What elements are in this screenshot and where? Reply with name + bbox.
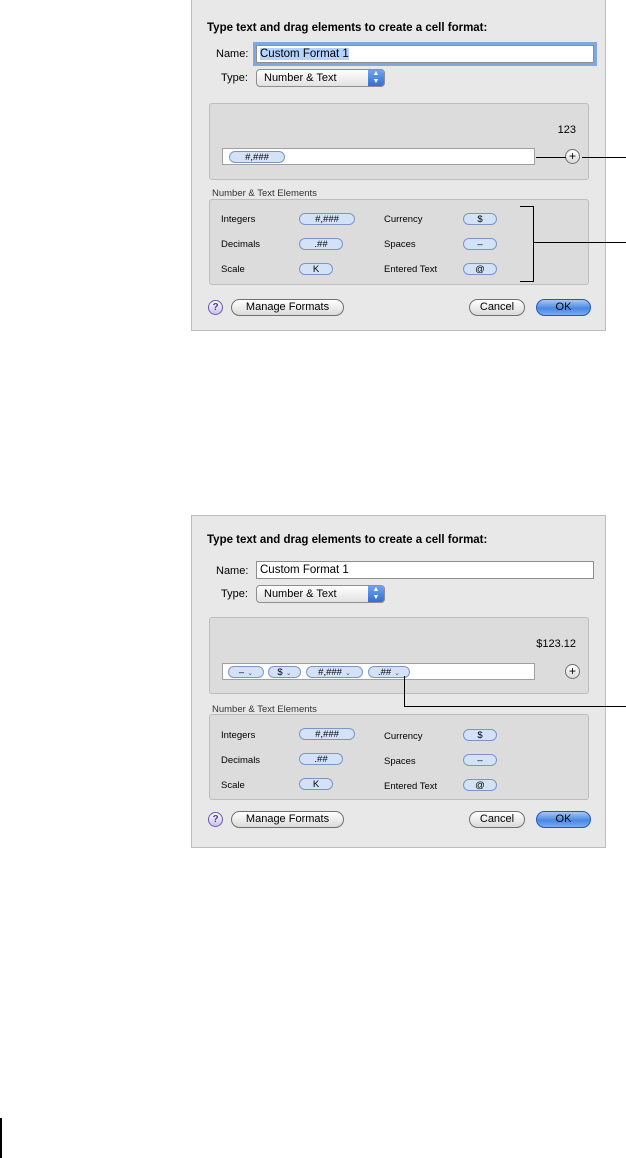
format-field[interactable]: – ⌄ $ ⌄ #,### ⌄ .## ⌄ [222, 663, 535, 680]
elements-panel: Integers #,### Currency $ Decimals .## S… [209, 714, 589, 800]
type-label: Type: [221, 72, 248, 84]
scale-label: Scale [221, 780, 245, 791]
name-field-value: Custom Format 1 [260, 564, 349, 576]
callout-line [536, 157, 566, 158]
add-icon[interactable]: + [565, 149, 580, 164]
entered-text-token[interactable]: @ [463, 263, 497, 275]
entered-text-token[interactable]: @ [463, 779, 497, 791]
integers-label: Integers [221, 730, 256, 741]
chevron-down-icon: ⌄ [344, 670, 351, 677]
callout-bracket [533, 206, 534, 281]
callout-line [582, 157, 626, 158]
name-label: Name: [216, 48, 249, 60]
decimals-label: Decimals [221, 755, 261, 766]
integers-token[interactable]: #,### [299, 728, 355, 740]
decimals-label: Decimals [221, 239, 261, 250]
ok-button[interactable]: OK [536, 299, 591, 316]
format-token[interactable]: #,### ⌄ [306, 666, 363, 678]
entered-text-label: Entered Text [384, 264, 438, 275]
type-popup-value: Number & Text [264, 72, 337, 84]
decimals-token[interactable]: .## [299, 753, 343, 765]
currency-token[interactable]: $ [463, 213, 497, 225]
integers-label: Integers [221, 214, 256, 225]
name-field[interactable]: Custom Format 1 [256, 561, 594, 579]
format-token[interactable]: $ ⌄ [268, 666, 301, 678]
elements-section-title: Number & Text Elements [212, 188, 317, 199]
cancel-button[interactable]: Cancel [469, 299, 525, 316]
type-label: Type: [221, 588, 248, 600]
integers-token[interactable]: #,### [299, 213, 355, 225]
cell-format-dialog-2: Type text and drag elements to create a … [191, 515, 606, 848]
format-preview-panel: 123 #,### + [209, 103, 589, 180]
help-icon[interactable]: ? [208, 300, 223, 315]
currency-token[interactable]: $ [463, 729, 497, 741]
ok-button[interactable]: OK [536, 811, 591, 828]
currency-label: Currency [384, 731, 423, 742]
up-down-arrows-icon: ▲ ▼ [368, 70, 384, 86]
callout-bracket [520, 206, 533, 207]
format-preview-panel: $123.12 – ⌄ $ ⌄ #,### ⌄ .## ⌄ + [209, 617, 589, 694]
chevron-down-icon: ⌄ [394, 670, 401, 677]
scale-label: Scale [221, 264, 245, 275]
format-token[interactable]: #,### [229, 151, 285, 163]
callout-line [404, 706, 626, 707]
scale-token[interactable]: K [299, 263, 333, 275]
callout-bracket [520, 281, 534, 282]
chevron-down-icon: ⌄ [285, 670, 292, 677]
name-field[interactable]: Custom Format 1 [253, 42, 597, 66]
format-field[interactable]: #,### [222, 148, 535, 165]
type-popup[interactable]: Number & Text ▲ ▼ [256, 585, 385, 603]
scale-token[interactable]: K [299, 778, 333, 790]
type-popup[interactable]: Number & Text ▲ ▼ [256, 69, 385, 87]
currency-label: Currency [384, 214, 423, 225]
spaces-label: Spaces [384, 239, 416, 250]
cancel-button[interactable]: Cancel [469, 811, 525, 828]
name-label: Name: [216, 565, 249, 577]
decimals-token[interactable]: .## [299, 238, 343, 250]
entered-text-label: Entered Text [384, 781, 438, 792]
page-edge-bar [0, 1118, 2, 1158]
manage-formats-button[interactable]: Manage Formats [231, 811, 344, 828]
name-field-value: Custom Format 1 [260, 48, 349, 60]
up-down-arrows-icon: ▲ ▼ [368, 586, 384, 602]
callout-line [404, 676, 405, 706]
elements-panel: Integers #,### Currency $ Decimals .## S… [209, 199, 589, 285]
dialog-heading: Type text and drag elements to create a … [207, 22, 488, 34]
callout-line [533, 242, 626, 243]
spaces-label: Spaces [384, 756, 416, 767]
type-popup-value: Number & Text [264, 588, 337, 600]
chevron-down-icon: ⌄ [247, 670, 254, 677]
add-icon[interactable]: + [565, 664, 580, 679]
spaces-token[interactable]: – [463, 238, 497, 250]
format-token[interactable]: – ⌄ [228, 666, 264, 678]
manage-formats-button[interactable]: Manage Formats [231, 299, 344, 316]
dialog-heading: Type text and drag elements to create a … [207, 534, 488, 546]
preview-value: 123 [557, 124, 576, 136]
spaces-token[interactable]: – [463, 754, 497, 766]
preview-value: $123.12 [536, 638, 576, 650]
cell-format-dialog-1: Type text and drag elements to create a … [191, 0, 606, 331]
help-icon[interactable]: ? [208, 812, 223, 827]
